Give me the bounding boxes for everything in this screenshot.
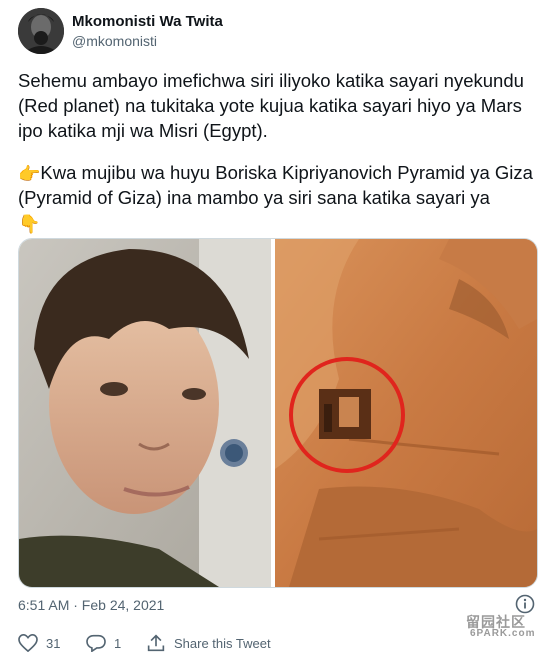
like-button[interactable]: 31 <box>18 634 60 652</box>
user-handle[interactable]: @mkomonisti <box>72 33 157 49</box>
tweet-paragraph-1: Sehemu ambayo imefichwa siri iliyoko kat… <box>18 70 524 141</box>
avatar[interactable] <box>18 8 64 54</box>
info-icon[interactable] <box>515 594 535 614</box>
display-name[interactable]: Mkomonisti Wa Twita <box>72 13 223 30</box>
tweet-card: Mkomonisti Wa Twita @mkomonisti Sehemu a… <box>0 0 555 652</box>
pointing-down-emoji: 👇 <box>18 214 41 234</box>
share-button[interactable]: Share this Tweet <box>146 634 271 652</box>
tweet-paragraph-2-text: Kwa mujibu wa huyu Boriska Kipriyanovich… <box>18 162 533 208</box>
heart-icon <box>18 634 38 652</box>
media-image <box>19 239 537 587</box>
reply-icon <box>86 634 106 652</box>
share-label: Share this Tweet <box>174 635 271 651</box>
tweet-actions: 31 1 Share this Tweet <box>0 628 555 652</box>
reply-button[interactable]: 1 <box>86 634 121 652</box>
tweet-paragraph-2: 👉Kwa mujibu wa huyu Boriska Kipriyanovic… <box>18 160 543 235</box>
pointing-right-emoji: 👉 <box>18 164 41 184</box>
tweet-timestamp[interactable]: 6:51 AM · Feb 24, 2021 <box>18 597 164 613</box>
share-icon <box>147 634 165 652</box>
reply-count: 1 <box>114 635 122 651</box>
tweet-media[interactable] <box>18 238 538 588</box>
like-count: 31 <box>46 635 61 651</box>
tweet-text: Sehemu ambayo imefichwa siri iliyoko kat… <box>18 68 543 252</box>
